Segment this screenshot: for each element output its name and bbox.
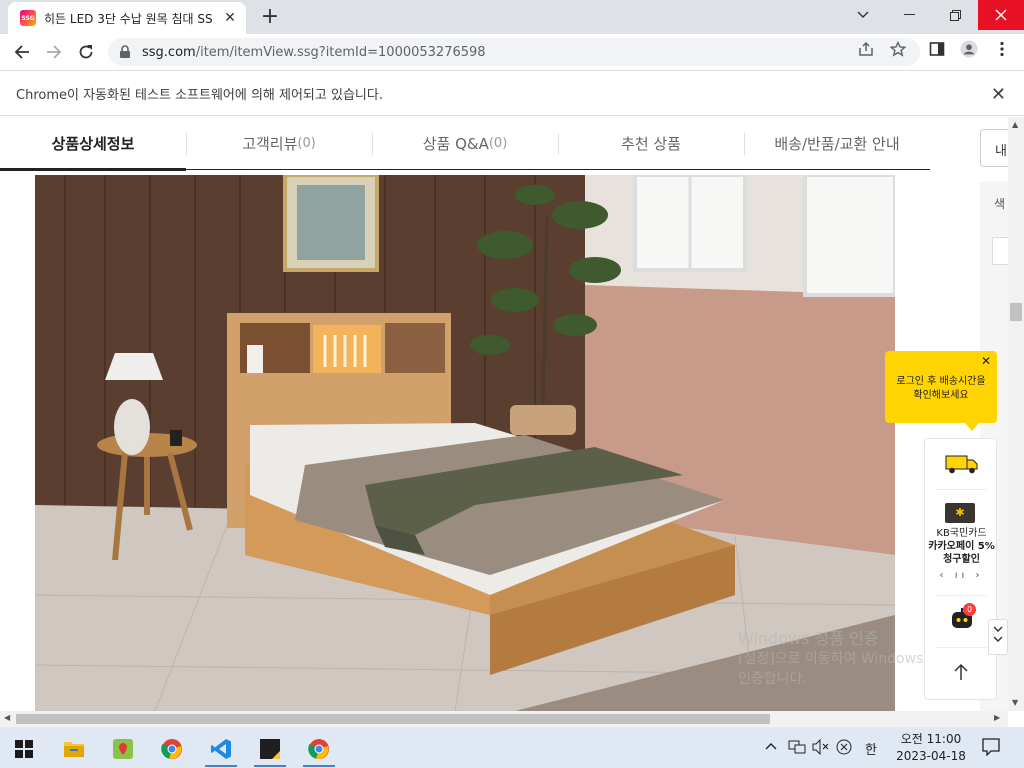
new-tab-button[interactable]: + [258,6,282,30]
product-detail-tabs: 상품상세정보 고객리뷰 (0) 상품 Q&A (0) 추천 상품 배송/반품/교환 … [0,117,930,171]
kb-card-icon[interactable]: ✱ [945,503,975,523]
vertical-scrollbar[interactable]: ▲ ▼ [1008,117,1024,711]
restore-button[interactable] [932,0,978,30]
option-panel-label: 색 [994,197,1006,211]
profile-avatar-icon[interactable] [960,40,978,58]
tab-search-icon[interactable] [840,0,886,30]
forward-button[interactable] [40,38,68,66]
sticky-notes-icon[interactable] [248,731,292,767]
right-column-button[interactable]: 내 [980,129,1008,167]
minimize-button[interactable] [886,0,932,30]
quick-menu-divider [935,489,987,490]
reload-button[interactable] [72,38,100,66]
infobar-message: Chrome이 자동화된 테스트 소프트웨어에 의해 제어되고 있습니다. [16,87,383,103]
delivery-truck-icon[interactable] [945,453,979,479]
windows-taskbar: 한 오전 11:00 2023-04-18 [0,727,1024,768]
close-window-button[interactable] [978,0,1024,30]
tab-title: 히든 LED 3단 수납 원목 침대 SS [44,11,213,26]
ime-indicator[interactable]: 한 [865,739,877,758]
tooltip-close-icon[interactable]: ✕ [981,354,991,368]
browser-toolbar: ssg.com/item/itemView.ssg?itemId=1000053… [0,34,1024,70]
maps-app-icon[interactable] [101,731,145,767]
no-sync-icon[interactable] [836,739,852,759]
tab-strip: SSG 히든 LED 3단 수납 원목 침대 SS ✕ + [0,0,1024,34]
back-button[interactable] [8,38,36,66]
card-promo-text[interactable]: KB국민카드 카카오페이 5% 청구할인 [925,527,998,566]
horizontal-scroll-thumb[interactable] [16,714,770,724]
option-select[interactable] [992,237,1008,265]
side-chevron-button[interactable] [988,619,1008,655]
url-text: ssg.com/item/itemView.ssg?itemId=1000053… [142,44,486,60]
tab-shipping-returns[interactable]: 배송/반품/교환 안내 [744,117,930,170]
file-explorer-icon[interactable] [52,731,96,767]
vscode-icon[interactable] [199,731,243,767]
scroll-to-top-icon[interactable] [953,663,969,686]
taskbar-clock[interactable]: 오전 11:00 2023-04-18 [896,731,966,765]
ssg-favicon-icon: SSG [20,10,36,26]
scroll-down-arrow-icon[interactable]: ▼ [1012,698,1018,707]
tab-recommended[interactable]: 추천 상품 [558,117,744,170]
scroll-right-arrow-icon[interactable]: ▶ [994,713,1000,722]
share-icon[interactable] [857,40,875,58]
quick-menu-divider [935,647,987,648]
quick-menu: ✱ KB국민카드 카카오페이 5% 청구할인 ‹ ıı › 0 [924,438,997,700]
bookmark-star-icon[interactable] [889,40,907,58]
start-button[interactable] [2,731,46,767]
notification-center-icon[interactable] [982,738,1000,760]
infobar-close-icon[interactable]: ✕ [991,84,1006,105]
tab-product-qna[interactable]: 상품 Q&A (0) [372,117,558,170]
promo-pager[interactable]: ‹ ıı › [925,570,998,581]
side-panel-icon[interactable] [928,40,946,58]
tab-customer-reviews[interactable]: 고객리뷰 (0) [186,117,372,170]
address-bar[interactable]: ssg.com/item/itemView.ssg?itemId=1000053… [108,38,920,66]
chrome-active-icon[interactable] [297,731,341,767]
horizontal-scrollbar[interactable]: ◀ ▶ [0,711,1008,727]
volume-muted-icon[interactable] [812,738,830,759]
chrome-icon[interactable] [150,731,194,767]
chatbot-badge: 0 [963,603,976,616]
tab-close-icon[interactable]: ✕ [222,10,238,26]
network-icon[interactable] [788,739,806,759]
scroll-left-arrow-icon[interactable]: ◀ [4,713,10,722]
tray-chevron-icon[interactable] [765,739,777,754]
vertical-scroll-thumb[interactable] [1010,303,1022,321]
browser-tab[interactable]: SSG 히든 LED 3단 수납 원목 침대 SS ✕ [8,2,246,34]
page-content: 상품상세정보 고객리뷰 (0) 상품 Q&A (0) 추천 상품 배송/반품/교환 … [0,117,1008,711]
login-delivery-tooltip: ✕ 로그인 후 배송시간을 확인해보세요 [885,351,997,431]
automation-infobar: Chrome이 자동화된 테스트 소프트웨어에 의해 제어되고 있습니다. ✕ [0,70,1024,116]
lock-icon [120,45,130,58]
scroll-up-arrow-icon[interactable]: ▲ [1012,120,1018,129]
quick-menu-divider [935,595,987,596]
menu-kebab-icon[interactable] [993,40,1011,58]
tab-product-detail[interactable]: 상품상세정보 [0,117,186,171]
